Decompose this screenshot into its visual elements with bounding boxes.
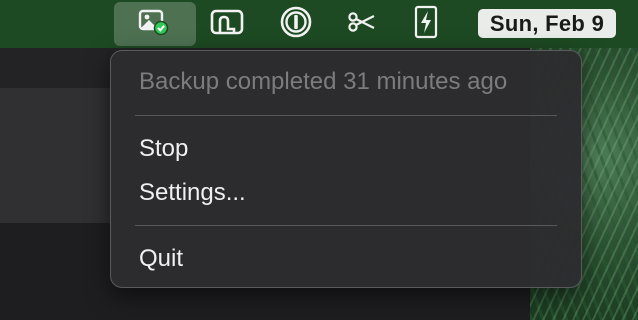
printer-app-icon <box>209 7 245 42</box>
printer-app-menu-extra[interactable] <box>204 0 250 48</box>
stop-menu-item[interactable]: Stop <box>139 135 188 163</box>
menu-separator <box>135 225 557 226</box>
bolt-icon <box>412 4 440 45</box>
backup-status-text: Backup completed 31 minutes ago <box>139 68 508 95</box>
scissors-menu-extra[interactable] <box>340 0 384 48</box>
battery-bolt-menu-extra[interactable] <box>404 0 448 48</box>
password-manager-icon <box>279 5 313 44</box>
backup-dropdown-menu: Backup completed 31 minutes ago Stop Set… <box>110 50 582 288</box>
quit-menu-item[interactable]: Quit <box>139 245 183 273</box>
photo-backup-icon <box>137 7 173 42</box>
menu-separator <box>135 115 557 116</box>
menu-bar: Sun, Feb 9 <box>0 0 638 48</box>
menu-bar-date[interactable]: Sun, Feb 9 <box>478 9 616 38</box>
scissors-icon <box>347 8 377 41</box>
photo-backup-menu-extra[interactable] <box>114 2 196 46</box>
password-manager-menu-extra[interactable] <box>274 0 318 48</box>
settings-menu-item[interactable]: Settings... <box>139 179 246 207</box>
